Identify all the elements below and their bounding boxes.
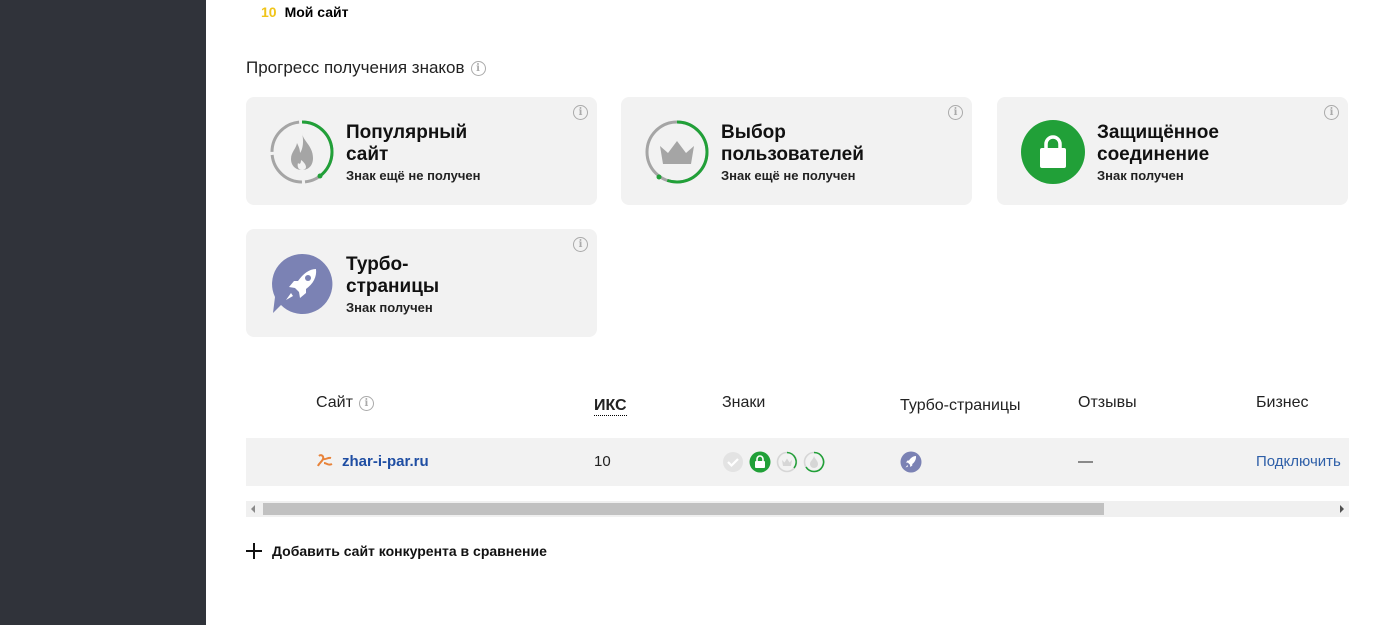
column-header-business: Бизнес [1256,394,1309,411]
badge-name: Защищённое соединение [1097,122,1219,165]
info-icon[interactable]: i [573,105,588,120]
info-icon[interactable]: i [948,105,963,120]
scroll-thumb[interactable] [263,503,1104,515]
fire-icon [270,120,334,184]
badge-name: Турбо- страницы [346,254,440,297]
comparison-table: Сайт i ИКС Знаки Турбо-страницы Отзывы Б… [246,385,1349,517]
lock-icon [1021,120,1085,184]
badges-section-title-text: Прогресс получения знаков [246,58,465,77]
rocket-icon [272,253,333,314]
table-row: zhar-i-par.ru 10 — Подключить [246,438,1349,486]
site-link[interactable]: zhar-i-par.ru [342,453,429,470]
column-header-site-label: Сайт [316,394,353,411]
scroll-left-arrow-icon[interactable] [251,505,255,513]
info-icon[interactable]: i [470,60,486,76]
sidebar [0,0,206,625]
column-header-reviews: Отзывы [1078,394,1137,411]
lock-badge-icon [749,451,771,473]
site-favicon-icon [317,454,333,467]
business-connect-link[interactable]: Подключить [1256,453,1341,470]
connect-link-label[interactable]: Подключить [1256,453,1341,470]
column-header-site: Сайт i [316,394,374,412]
add-competitor-button[interactable]: Добавить сайт конкурента в сравнение [246,543,547,559]
column-header-iks[interactable]: ИКС [594,396,627,416]
signs-cell [722,451,826,473]
badge-name: Выбор пользователей [721,122,864,165]
badge-status: Знак ещё не получен [721,168,856,183]
plus-icon [246,543,262,559]
badges-section-title: Прогресс получения знаков i [246,58,486,78]
badge-card-popular-site: i Популярный сайт Знак ещё не получен [246,97,597,205]
badge-card-users-choice: i Выбор пользователей Знак ещё не получе… [621,97,972,205]
my-site-label: Мой сайт [284,4,349,20]
turbo-cell [900,451,922,473]
add-competitor-label: Добавить сайт конкурента в сравнение [272,543,547,559]
check-badge-icon [723,452,743,472]
badge-card-turbo-pages: i Турбо- страницы Знак получен [246,229,597,337]
table-header: Сайт i ИКС Знаки Турбо-страницы Отзывы Б… [246,385,1349,425]
column-header-turbo: Турбо-страницы [900,397,1021,414]
signs-icons [723,451,825,473]
badge-status: Знак получен [1097,168,1184,183]
badge-status: Знак получен [346,300,433,315]
info-icon[interactable]: i [1324,105,1339,120]
column-header-signs: Знаки [722,394,766,411]
badge-card-secure-connection: i Защищённое соединение Знак получен [997,97,1348,205]
badge-status: Знак ещё не получен [346,168,481,183]
iks-value: 10 [594,453,611,470]
main-content: 10 Мой сайт Прогресс получения знаков i … [206,0,1388,625]
scroll-right-arrow-icon[interactable] [1340,505,1344,513]
info-icon[interactable]: i [573,237,588,252]
badge-name: Популярный сайт [346,122,468,165]
reviews-value: — [1078,453,1093,470]
horizontal-scrollbar[interactable] [246,501,1349,517]
iks-number: 10 [261,4,277,20]
info-icon[interactable]: i [358,395,374,411]
site-cell: zhar-i-par.ru [316,452,429,470]
crown-badge-icon [776,451,798,473]
fire-badge-icon [803,451,825,473]
my-site-header: 10 Мой сайт [261,4,349,20]
rocket-icon [900,451,922,473]
crown-icon [645,120,709,184]
